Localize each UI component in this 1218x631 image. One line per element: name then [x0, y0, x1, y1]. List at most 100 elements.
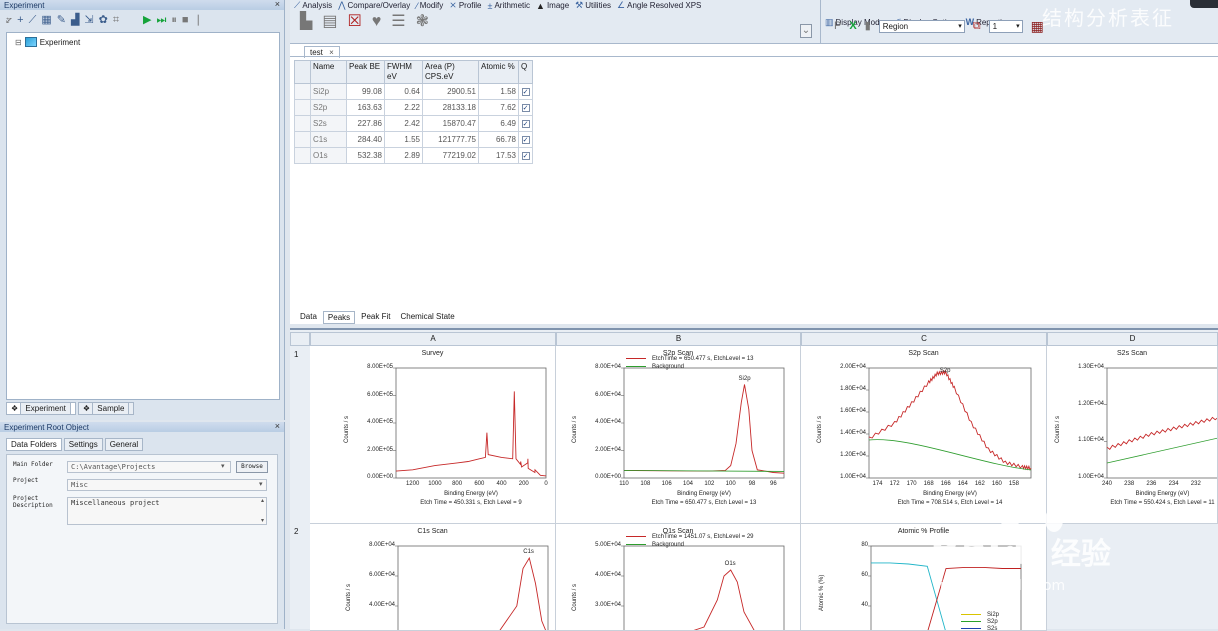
- menu-image[interactable]: ▲ Image: [536, 0, 569, 11]
- include-checkbox[interactable]: ✓: [521, 88, 530, 96]
- col-fwhm[interactable]: FWHM eV: [384, 60, 423, 84]
- table-cell[interactable]: 227.86: [346, 115, 385, 132]
- menu-utilities[interactable]: ⚒ Utilities: [575, 0, 611, 11]
- table-cell[interactable]: 2900.51: [422, 83, 479, 100]
- plot-cell[interactable]: Survey 0.00E+00 2.00E+05 4.00E+05 6.00E+05 8.…: [310, 346, 556, 524]
- col-q[interactable]: Q: [518, 60, 533, 84]
- excel-icon[interactable]: X: [849, 21, 856, 32]
- table-cell[interactable]: 163.63: [346, 99, 385, 116]
- table-cell[interactable]: 1.58: [478, 83, 519, 100]
- col-atomic[interactable]: Atomic %: [478, 60, 519, 84]
- stop-icon[interactable]: ■: [182, 14, 189, 26]
- tab-data-folders[interactable]: Data Folders: [6, 438, 62, 451]
- include-checkbox[interactable]: ✓: [521, 120, 530, 128]
- grid-col-c[interactable]: C: [801, 332, 1047, 346]
- table-row[interactable]: S2p 163.63 2.22 28133.18 7.62 ✓: [294, 99, 533, 116]
- region-select[interactable]: Region ▾: [878, 20, 965, 33]
- close-icon[interactable]: ×: [275, 0, 280, 9]
- grid-col-a[interactable]: A: [310, 332, 556, 346]
- tree-item-experiment[interactable]: ⊟ Experiment: [15, 37, 80, 47]
- plot-cell[interactable]: O1s Scan2.00E+043.00E+044.00E+045.00E+04…: [556, 524, 801, 631]
- menu-angle-resolved-xps[interactable]: ∠ Angle Resolved XPS: [617, 0, 701, 11]
- include-checkbox[interactable]: ✓: [521, 152, 530, 160]
- chevron-down-icon[interactable]: ▾: [259, 480, 263, 488]
- heart-icon[interactable]: ♥: [372, 14, 382, 30]
- line-tool-icon[interactable]: ⟋: [29, 14, 37, 26]
- scroll-down-icon[interactable]: ▾: [261, 517, 264, 524]
- layers-icon[interactable]: ☰: [391, 14, 405, 30]
- table-cell[interactable]: 0.64: [384, 83, 423, 100]
- tab-peak-fit[interactable]: Peak Fit: [357, 311, 394, 324]
- plot-cell[interactable]: S2p Scan 0.00E+00 2.00E+04 4.00E+04 6.00E+04…: [556, 346, 801, 524]
- col-area[interactable]: Area (P) CPS.eV: [422, 60, 479, 84]
- include-checkbox[interactable]: ✓: [521, 136, 530, 144]
- grid-row-1[interactable]: 1: [294, 350, 298, 359]
- powerpoint-icon[interactable]: P: [834, 21, 841, 32]
- table-row[interactable]: S2s 227.86 2.42 15870.47 6.49 ✓: [294, 115, 533, 132]
- gear-icon[interactable]: ✿: [99, 14, 108, 26]
- grid-col-d[interactable]: D: [1047, 332, 1218, 346]
- spectrum-icon[interactable]: ▙: [300, 14, 312, 30]
- project-description-field[interactable]: Miscellaneous project: [67, 497, 267, 525]
- tab-chemical-state[interactable]: Chemical State: [396, 311, 458, 324]
- chevron-down-icon[interactable]: ▾: [221, 462, 225, 470]
- tab-peaks[interactable]: Peaks: [322, 311, 356, 324]
- overlay-chart-icon[interactable]: ▤: [322, 14, 337, 30]
- menu-profile[interactable]: ⨯ Profile: [449, 0, 481, 11]
- grid-icon[interactable]: ▦: [41, 14, 51, 26]
- col-peak-be[interactable]: Peak BE: [346, 60, 385, 84]
- table-cell[interactable]: Si2p: [310, 83, 347, 100]
- table-row[interactable]: O1s 532.38 2.89 77219.02 17.53 ✓: [294, 147, 533, 164]
- table-cell[interactable]: 17.53: [478, 147, 519, 164]
- table-cell[interactable]: S2p: [310, 99, 347, 116]
- pipette-icon[interactable]: ✎: [57, 14, 66, 26]
- table-cell[interactable]: 99.08: [346, 83, 385, 100]
- tab-data[interactable]: Data: [296, 311, 321, 324]
- table-cell[interactable]: 1.55: [384, 131, 423, 148]
- plot-cell[interactable]: C1s Scan2.00E+044.00E+046.00E+048.00E+04…: [310, 524, 556, 631]
- table-cell[interactable]: 6.49: [478, 115, 519, 132]
- table-cell[interactable]: 15870.47: [422, 115, 479, 132]
- play-icon[interactable]: ▶: [143, 14, 151, 26]
- table-cell[interactable]: C1s: [310, 131, 347, 148]
- menu-analysis[interactable]: ⟋ Analysis: [294, 0, 332, 11]
- table-cell[interactable]: 532.38: [346, 147, 385, 164]
- close-icon[interactable]: ×: [275, 422, 280, 431]
- table-cell[interactable]: 121777.75: [422, 131, 479, 148]
- tag-icon[interactable]: ⌗: [113, 14, 119, 26]
- report-icon[interactable]: ⧉: [973, 21, 981, 32]
- main-folder-field[interactable]: C:\Avantage\Projects: [67, 461, 231, 473]
- col-name[interactable]: Name: [310, 60, 347, 84]
- page-spinner[interactable]: 1 ▾: [988, 20, 1023, 33]
- table-cell[interactable]: 2.42: [384, 115, 423, 132]
- table-cell[interactable]: 284.40: [346, 131, 385, 148]
- table-cell[interactable]: S2s: [310, 115, 347, 132]
- step-icon[interactable]: ⏭: [157, 14, 167, 26]
- menu-compare-overlay[interactable]: ⋀ Compare/Overlay: [338, 0, 410, 11]
- pause-icon[interactable]: ⏸: [171, 14, 177, 26]
- tab-experiment[interactable]: ❖ Experiment: [6, 402, 76, 415]
- flow-icon[interactable]: ⇲: [84, 14, 93, 26]
- plot-cell[interactable]: S2s Scan 1.00E+04 1.10E+04 1.20E+04 1.30E+04…: [1047, 346, 1218, 524]
- menu-modify[interactable]: ⁄ Modify: [416, 0, 443, 11]
- grid-col-b[interactable]: B: [556, 332, 801, 346]
- settings-icon[interactable]: ❃: [416, 14, 429, 30]
- chart-icon[interactable]: ▟: [71, 14, 79, 26]
- add-icon[interactable]: +: [17, 14, 23, 26]
- clipboard-icon[interactable]: ▮: [865, 21, 871, 32]
- table-row[interactable]: Si2p 99.08 0.64 2900.51 1.58 ✓: [294, 83, 533, 100]
- table-cell[interactable]: 66.78: [478, 131, 519, 148]
- delete-icon[interactable]: ☒: [347, 14, 361, 30]
- table-cell[interactable]: 77219.02: [422, 147, 479, 164]
- tab-sample[interactable]: ❖ Sample: [77, 402, 135, 415]
- scroll-up-icon[interactable]: ▴: [261, 497, 264, 504]
- table-cell[interactable]: 28133.18: [422, 99, 479, 116]
- table-cell[interactable]: 2.89: [384, 147, 423, 164]
- table-row[interactable]: C1s 284.40 1.55 121777.75 66.78 ✓: [294, 131, 533, 148]
- browse-button[interactable]: Browse: [236, 461, 268, 473]
- table-cell[interactable]: 2.22: [384, 99, 423, 116]
- tab-general[interactable]: General: [104, 438, 144, 451]
- plot-cell[interactable]: S2p Scan 1.00E+04 1.20E+04 1.40E+04 1.60E+04…: [801, 346, 1047, 524]
- project-select[interactable]: Misc: [67, 479, 267, 491]
- menu-arithmetic[interactable]: ± Arithmetic: [488, 0, 531, 11]
